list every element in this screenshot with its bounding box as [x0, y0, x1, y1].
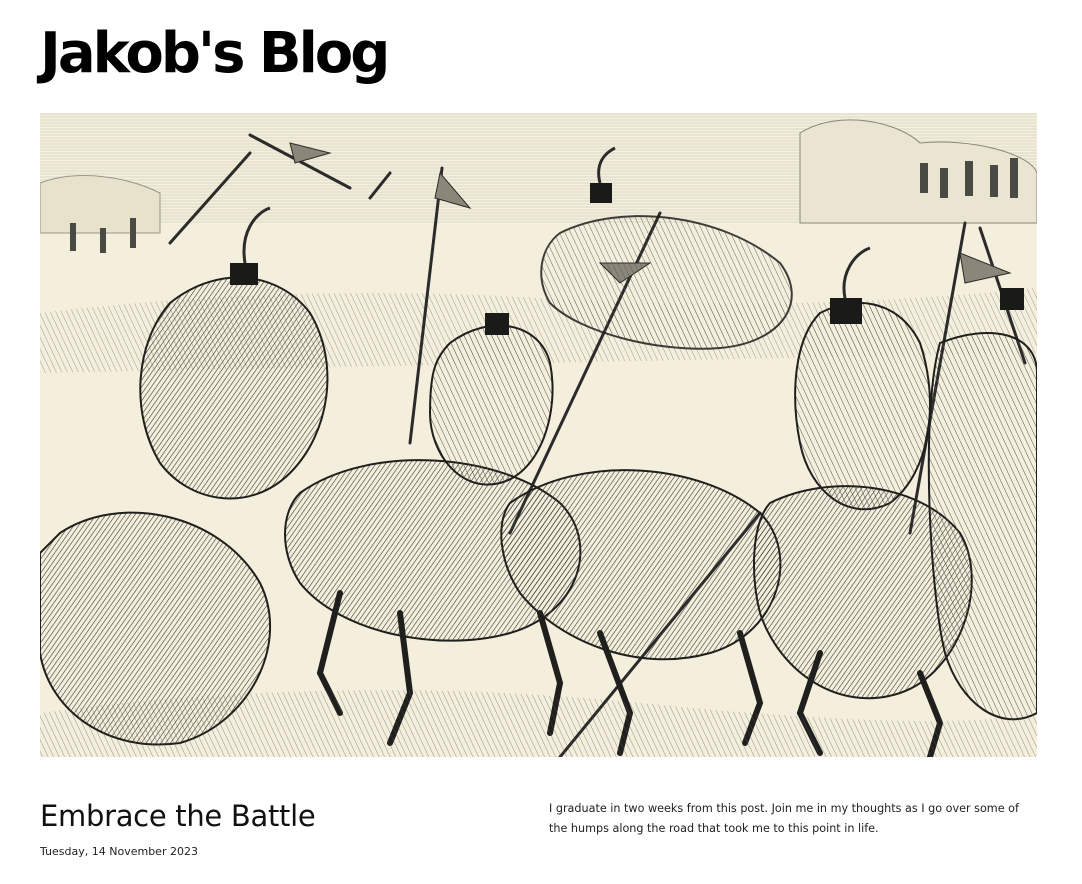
- engraving-illustration-icon: [40, 113, 1037, 757]
- post-excerpt: I graduate in two weeks from this post. …: [549, 802, 1019, 835]
- post-date: Tuesday, 14 November 2023: [40, 845, 198, 858]
- blog-page: Jakob's Blog Embrace the Battle Tuesday,…: [0, 0, 1082, 884]
- hero-image[interactable]: [40, 113, 1037, 757]
- post-title[interactable]: Embrace the Battle: [40, 796, 316, 836]
- site-title[interactable]: Jakob's Blog: [40, 14, 390, 94]
